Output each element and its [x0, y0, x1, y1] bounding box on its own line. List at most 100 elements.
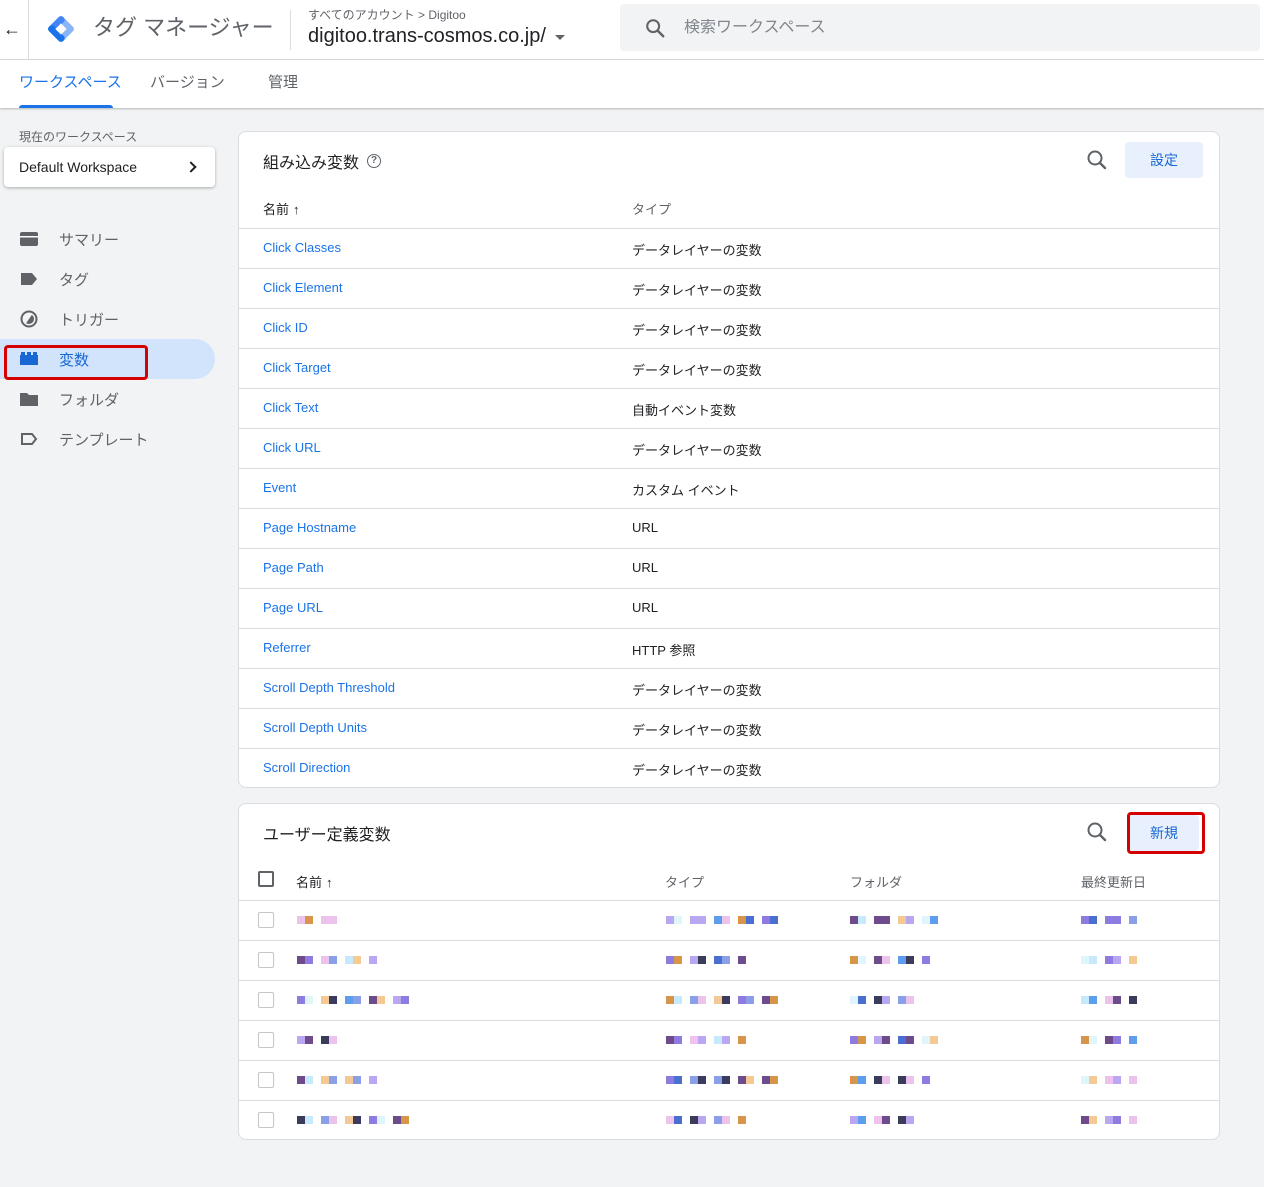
sidebar-item-label: テンプレート — [59, 431, 149, 449]
column-header-name[interactable]: 名前 ↑ — [263, 199, 300, 218]
table-row[interactable]: Page Hostname URL — [239, 508, 1219, 548]
table-row[interactable] — [239, 980, 1219, 1020]
variable-type: データレイヤーの変数 — [632, 283, 762, 298]
variable-name-link[interactable]: Click Classes — [263, 240, 341, 255]
tab-versions[interactable]: バージョン — [150, 60, 225, 108]
summary-icon — [20, 232, 38, 246]
variable-name-link[interactable]: Click Text — [263, 400, 318, 415]
configure-button[interactable]: 設定 — [1125, 142, 1203, 178]
sidebar-item-tags[interactable]: タグ — [0, 259, 215, 299]
redacted-name — [297, 956, 377, 965]
row-checkbox[interactable] — [258, 1072, 274, 1088]
user-defined-variables-card: ユーザー定義変数 新規 名前 ↑ タイプ フォルダ 最終更新日 — [238, 803, 1220, 1140]
sidebar-item-templates[interactable]: テンプレート — [0, 419, 215, 459]
sidebar-item-label: タグ — [59, 271, 90, 289]
redacted-name — [297, 996, 409, 1005]
variable-type: 自動イベント変数 — [632, 403, 737, 418]
workspace-search[interactable] — [620, 4, 1260, 51]
workspace-selector[interactable]: Default Workspace — [4, 147, 215, 187]
table-row[interactable]: Click URL データレイヤーの変数 — [239, 428, 1219, 468]
row-checkbox[interactable] — [258, 1032, 274, 1048]
back-arrow-icon[interactable]: ← — [2, 16, 22, 42]
variable-type: URL — [632, 560, 659, 575]
row-checkbox[interactable] — [258, 912, 274, 928]
table-row[interactable]: Scroll Depth Threshold データレイヤーの変数 — [239, 668, 1219, 708]
table-row[interactable]: Page URL URL — [239, 588, 1219, 628]
variable-name-link[interactable]: Referrer — [263, 640, 311, 655]
search-input[interactable] — [684, 18, 1204, 37]
table-row[interactable] — [239, 940, 1219, 980]
table-row[interactable] — [239, 1060, 1219, 1100]
redacted-date — [1081, 996, 1137, 1005]
redacted-type — [666, 1076, 778, 1085]
trigger-icon — [20, 310, 38, 328]
redacted-type — [666, 956, 746, 965]
column-header-name[interactable]: 名前 ↑ — [296, 872, 333, 891]
variable-name-link[interactable]: Scroll Depth Threshold — [263, 680, 395, 695]
variable-name-link[interactable]: Scroll Depth Units — [263, 720, 367, 735]
tab-admin[interactable]: 管理 — [268, 60, 298, 108]
column-header-folder[interactable]: フォルダ — [850, 872, 902, 891]
container-name: digitoo.trans-cosmos.co.jp/ — [308, 24, 546, 47]
variable-name-link[interactable]: Scroll Direction — [263, 760, 350, 775]
row-checkbox[interactable] — [258, 1112, 274, 1128]
redacted-name — [297, 1076, 377, 1085]
sidebar-item-label: 変数 — [59, 351, 90, 369]
sidebar-item-folders[interactable]: フォルダ — [0, 379, 215, 419]
folder-icon — [20, 393, 38, 406]
variable-type: データレイヤーの変数 — [632, 243, 762, 258]
search-icon[interactable] — [1085, 820, 1109, 844]
help-icon[interactable]: ? — [367, 154, 382, 168]
table-row[interactable]: Click ID データレイヤーの変数 — [239, 308, 1219, 348]
variable-type: URL — [632, 600, 659, 615]
table-row[interactable]: Scroll Direction データレイヤーの変数 — [239, 748, 1219, 787]
table-row[interactable] — [239, 1020, 1219, 1060]
redacted-name — [297, 1036, 345, 1045]
variable-name-link[interactable]: Page Path — [263, 560, 324, 575]
redacted-folder — [850, 1036, 946, 1045]
variable-name-link[interactable]: Click URL — [263, 440, 321, 455]
table-row[interactable]: Click Text 自動イベント変数 — [239, 388, 1219, 428]
column-header-name-text: 名前 — [263, 202, 290, 217]
redacted-type — [666, 1116, 746, 1125]
variable-name-link[interactable]: Page URL — [263, 600, 323, 615]
variable-name-link[interactable]: Click Target — [263, 360, 331, 375]
table-row[interactable]: Page Path URL — [239, 548, 1219, 588]
sort-ascending-icon: ↑ — [326, 875, 333, 890]
table-row[interactable] — [239, 900, 1219, 940]
row-checkbox[interactable] — [258, 952, 274, 968]
table-row[interactable]: Click Element データレイヤーの変数 — [239, 268, 1219, 308]
builtin-variables-title: 組み込み変数 ? — [263, 149, 382, 173]
table-row[interactable]: Referrer HTTP 参照 — [239, 628, 1219, 668]
column-header-type[interactable]: タイプ — [665, 872, 704, 891]
breadcrumb[interactable]: すべてのアカウント > Digitoo — [308, 6, 466, 23]
redacted-name — [297, 916, 345, 925]
table-row[interactable] — [239, 1100, 1219, 1139]
new-variable-button[interactable]: 新規 — [1129, 815, 1199, 851]
table-row[interactable]: Event カスタム イベント — [239, 468, 1219, 508]
column-header-last-edited[interactable]: 最終更新日 — [1081, 872, 1146, 891]
redacted-folder — [850, 1116, 914, 1125]
variable-name-link[interactable]: Page Hostname — [263, 520, 356, 535]
column-header-type[interactable]: タイプ — [632, 199, 671, 218]
table-row[interactable]: Click Target データレイヤーの変数 — [239, 348, 1219, 388]
row-checkbox[interactable] — [258, 992, 274, 1008]
chevron-right-icon — [185, 161, 197, 173]
variable-name-link[interactable]: Click Element — [263, 280, 342, 295]
table-row[interactable]: Click Classes データレイヤーの変数 — [239, 228, 1219, 268]
sort-ascending-icon: ↑ — [293, 202, 300, 217]
variable-name-link[interactable]: Click ID — [263, 320, 308, 335]
sidebar-item-variables[interactable]: 変数 — [0, 339, 215, 379]
container-selector[interactable]: digitoo.trans-cosmos.co.jp/ — [308, 22, 565, 50]
gtm-logo-icon — [48, 16, 74, 42]
table-row[interactable]: Scroll Depth Units データレイヤーの変数 — [239, 708, 1219, 748]
sidebar-item-triggers[interactable]: トリガー — [0, 299, 215, 339]
top-app-bar: ← タグ マネージャー すべてのアカウント > Digitoo digitoo.… — [0, 0, 1264, 60]
tab-workspace[interactable]: ワークスペース — [13, 60, 122, 108]
search-icon[interactable] — [1085, 148, 1109, 172]
workspace-name: Default Workspace — [19, 159, 138, 175]
redacted-name — [297, 1116, 409, 1125]
select-all-checkbox[interactable] — [258, 871, 274, 887]
variable-name-link[interactable]: Event — [263, 480, 296, 495]
sidebar-item-summary[interactable]: サマリー — [0, 219, 215, 259]
